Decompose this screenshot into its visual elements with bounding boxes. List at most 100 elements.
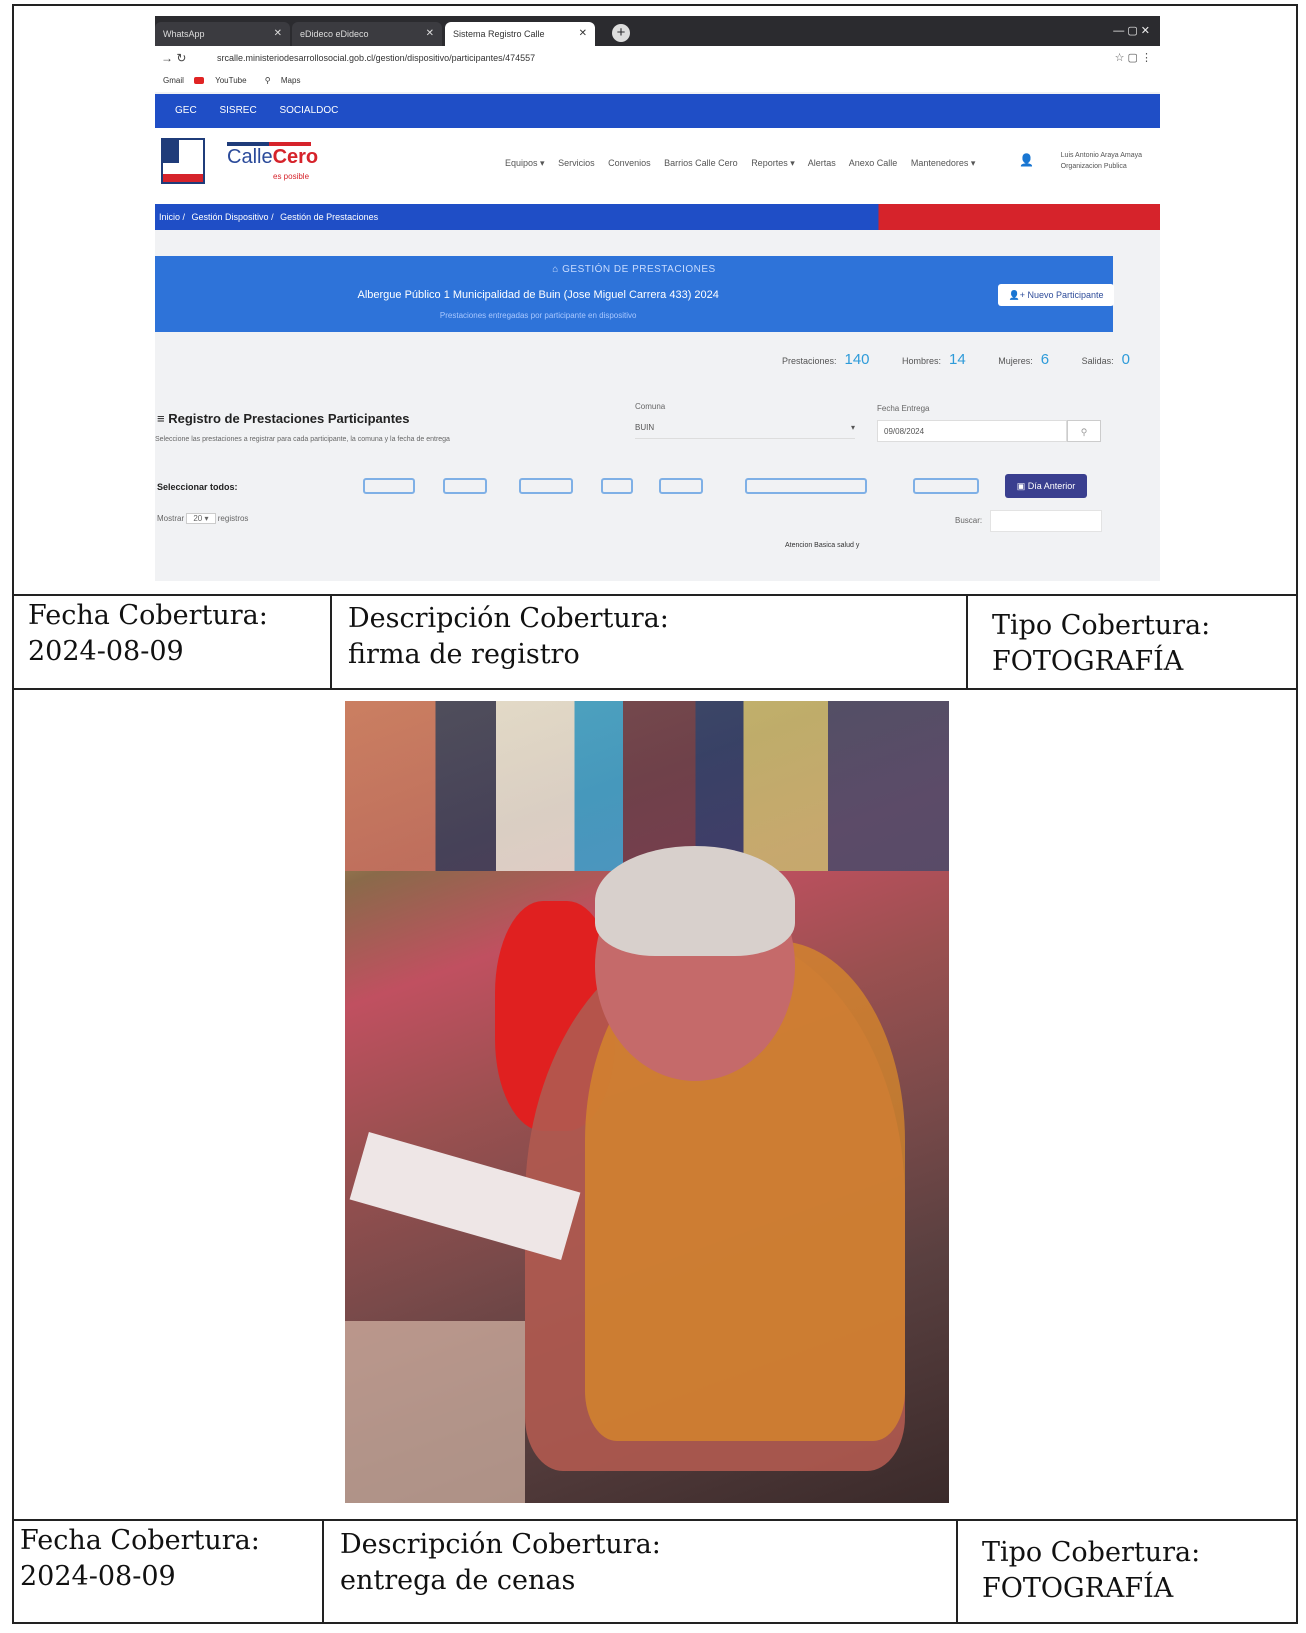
chevron-down-icon: ▾ [850,423,855,432]
bookmark-youtube[interactable]: YouTube [194,76,247,85]
search-button[interactable]: ⚲ [1067,420,1101,442]
user-name: Luis Antonio Araya Amaya [1060,152,1142,159]
browser-tabbar: WhatsApp ✕ eDideco eDideco ✕ Sistema Regis… [155,16,1160,46]
bookmark-maps[interactable]: ⚲ Maps [257,76,301,85]
stat-value: 0 [1121,351,1130,368]
top-link-socialdoc[interactable]: SOCIALDOC [279,105,338,116]
fecha-input[interactable]: 09/08/2024 [877,420,1067,442]
mostrar-label: Mostrar [157,514,185,523]
button-label: Día Anterior [1027,481,1076,491]
fecha-cobertura-value: 2024-08-09 [28,636,184,667]
menu-item-alertas[interactable]: Alertas [808,158,836,168]
callecero-logo[interactable]: CalleCero es posible [227,146,318,181]
tipo-cobertura-value: FOTOGRAFÍA [992,646,1184,677]
descripcion-cobertura-value: firma de registro [348,639,580,670]
comuna-label: Comuna [635,402,666,411]
comuna-value: BUIN [635,423,655,432]
nav-arrows-icon[interactable]: → ↻ [161,46,186,70]
menu-item-equipos[interactable]: Equipos ▾ [505,158,545,168]
prestacion-toggle[interactable] [363,478,415,494]
menu-item-mantenedores[interactable]: Mantenedores ▾ [911,158,976,168]
toolbar-icons[interactable]: ☆ ▢ ⋮ [1115,46,1152,70]
prestacion-toggle[interactable] [745,478,867,494]
page-size-value: 20 [193,514,203,523]
youtube-icon [194,77,205,85]
top-link-gec[interactable]: GEC [175,105,197,116]
site-header: CalleCero es posible Equipos ▾ Servicios … [155,128,1160,204]
row-divider [12,688,1298,690]
menu-item-barrios[interactable]: Barrios Calle Cero [664,158,738,168]
address-bar[interactable]: → ↻ srcalle.ministeriodesarrollosocial.g… [155,46,1160,71]
stat-value: 6 [1040,351,1050,368]
browser-tab[interactable]: eDideco eDideco ✕ [292,22,442,46]
browser-tab[interactable]: WhatsApp ✕ [155,22,290,46]
browser-tab-active[interactable]: Sistema Registro Calle ✕ [445,22,595,46]
menu-item-convenios[interactable]: Convenios [608,158,651,168]
prestacion-toggle[interactable] [913,478,979,494]
caption-tipo: Tipo Cobertura: FOTOGRAFÍA [992,608,1210,680]
select-all-label: Seleccionar todos: [157,482,238,492]
bookmark-label: Maps [280,76,301,85]
list-icon: ≡ [157,411,169,426]
new-participant-button[interactable]: 👤+ Nuevo Participante [998,284,1114,306]
prestaciones-panel: ⌂ GESTIÓN DE PRESTACIONES Albergue Públi… [155,256,1113,332]
fecha-cobertura-value: 2024-08-09 [20,1561,176,1592]
brand-subtitle: es posible [273,172,310,181]
caption-descripcion: Descripción Cobertura: firma de registro [348,601,669,673]
row-divider [12,1519,1298,1521]
breadcrumb-dispositivo[interactable]: Gestión Dispositivo [192,212,269,222]
dia-anterior-button[interactable]: ▣ Día Anterior [1005,474,1087,498]
caption-tipo: Tipo Cobertura: FOTOGRAFÍA [982,1535,1200,1607]
menu-item-reportes[interactable]: Reportes ▾ [751,158,795,168]
caption-fecha: Fecha Cobertura: 2024-08-09 [20,1523,260,1595]
user-icon[interactable]: 👤 [1019,153,1034,167]
buscar-input[interactable] [990,510,1102,532]
government-logo [161,138,205,184]
breadcrumb-inicio[interactable]: Inicio [159,212,180,222]
stat-label: Salidas: [1081,356,1114,366]
caption-fecha: Fecha Cobertura: 2024-08-09 [28,598,268,670]
prestacion-toggle[interactable] [443,478,487,494]
prestacion-toggle[interactable] [659,478,703,494]
stat-label: Hombres: [902,356,942,366]
new-tab-button[interactable]: + [612,24,630,42]
window-controls[interactable]: — ▢ ✕ [1113,24,1150,37]
url-text[interactable]: srcalle.ministeriodesarrollosocial.gob.c… [217,46,535,70]
tab-label: eDideco eDideco [300,29,369,39]
page-size-select[interactable]: 20 ▾ [186,513,216,524]
column-divider [322,1519,324,1624]
close-icon[interactable]: ✕ [274,22,282,46]
top-link-sisrec[interactable]: SISREC [219,105,256,116]
registro-title-text: Registro de Prestaciones Participantes [168,411,410,426]
breadcrumb-current: Gestión de Prestaciones [280,212,379,222]
button-label: Nuevo Participante [1027,290,1104,300]
menu-item-servicios[interactable]: Servicios [558,158,595,168]
bookmark-gmail[interactable]: Gmail [163,76,184,85]
stat-value: 14 [949,351,966,368]
user-org: Organizacion Publica [1060,163,1127,170]
registro-help: Seleccione las prestaciones a registrar … [155,436,450,443]
page-size-control: Mostrar 20 ▾ registros [157,513,248,524]
close-icon[interactable]: ✕ [426,22,434,46]
photo-man-signing [345,701,949,1503]
column-divider [956,1519,958,1624]
user-menu[interactable]: Luis Antonio Araya Amaya Organizacion Pu… [1061,150,1142,172]
panel-heading: GESTIÓN DE PRESTACIONES [562,264,716,275]
prestacion-toggle[interactable] [519,478,573,494]
menu-item-anexo[interactable]: Anexo Calle [849,158,898,168]
descripcion-cobertura-value: entrega de cenas [340,1565,576,1596]
buscar-label: Buscar: [955,516,983,525]
column-divider [966,594,968,688]
panel-title: Albergue Público 1 Municipalidad de Buin… [357,289,719,301]
stat-label: Mujeres: [998,356,1033,366]
calendar-icon: ▣ [1016,481,1028,491]
comuna-select[interactable]: BUIN ▾ [635,418,855,439]
prestacion-toggle[interactable] [601,478,633,494]
tipo-cobertura-label: Tipo Cobertura: [982,1537,1201,1568]
system-screenshot-photo: WhatsApp ✕ eDideco eDideco ✕ Sistema Regis… [155,16,1160,581]
tipo-cobertura-value: FOTOGRAFÍA [982,1573,1174,1604]
close-icon[interactable]: ✕ [579,22,587,46]
descripcion-cobertura-label: Descripción Cobertura: [340,1529,661,1560]
column-header: Atencion Basica salud y [785,542,860,549]
main-menu: Equipos ▾ Servicios Convenios Barrios Ca… [505,158,986,169]
